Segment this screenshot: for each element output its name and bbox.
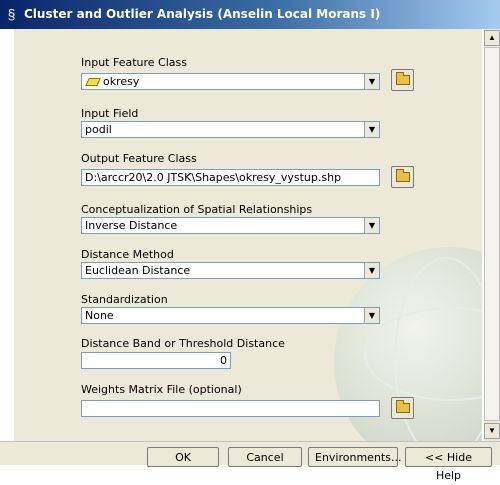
input-feature-class-dropdown[interactable]: okresy ▼ [81,73,380,90]
hide-help-button[interactable]: << Hide Help [405,447,492,482]
scroll-up-icon[interactable]: ▲ [484,30,500,46]
folder-open-icon [396,400,410,413]
title-bar[interactable]: § Cluster and Outlier Analysis (Anselin … [0,0,500,29]
distance-band-input[interactable]: 0 [81,352,231,369]
input-field-value: podil [85,123,112,136]
output-feature-class-label: Output Feature Class [81,152,197,165]
input-field-label: Input Field [81,107,139,120]
standardization-value: None [85,309,114,322]
ok-button[interactable]: OK [147,447,219,467]
scroll-down-icon[interactable]: ▼ [484,423,500,439]
chevron-down-icon[interactable]: ▼ [364,263,379,278]
tool-dialog: § Cluster and Outlier Analysis (Anselin … [0,0,500,482]
output-feature-class-input[interactable]: D:\arccr20\2.0 JTSK\Shapes\okresy_vystup… [81,169,380,186]
output-browse-button[interactable] [391,166,414,188]
input-field-dropdown[interactable]: podil ▼ [81,121,380,138]
chevron-down-icon[interactable]: ▼ [364,218,379,233]
parameters-panel: Input Feature Class okresy ▼ Input Field… [14,29,482,441]
chevron-down-icon[interactable]: ▼ [364,308,379,323]
distance-band-label: Distance Band or Threshold Distance [81,337,285,350]
cancel-button[interactable]: Cancel [228,447,302,467]
distance-method-value: Euclidean Distance [85,264,191,277]
weights-matrix-label: Weights Matrix File (optional) [81,383,242,396]
folder-open-icon [396,169,410,182]
chevron-down-icon[interactable]: ▼ [364,122,379,137]
output-feature-class-value: D:\arccr20\2.0 JTSK\Shapes\okresy_vystup… [85,171,342,184]
standardization-dropdown[interactable]: None ▼ [81,307,380,324]
vertical-scrollbar[interactable]: ▲ ▼ [484,29,500,441]
weights-browse-button[interactable] [391,397,414,419]
input-browse-button[interactable] [391,69,414,91]
conceptualization-dropdown[interactable]: Inverse Distance ▼ [81,217,380,234]
environments-button[interactable]: Environments... [308,447,401,467]
scrollbar-thumb[interactable] [484,47,500,421]
folder-open-icon [396,72,410,85]
distance-method-label: Distance Method [81,248,174,261]
conceptualization-value: Inverse Distance [85,219,178,232]
chevron-down-icon[interactable]: ▼ [364,74,379,89]
conceptualization-label: Conceptualization of Spatial Relationshi… [81,203,313,216]
weights-matrix-input[interactable] [81,400,380,417]
distance-band-value: 0 [220,354,227,367]
standardization-label: Standardization [81,293,168,306]
window-title: Cluster and Outlier Analysis (Anselin Lo… [24,7,381,21]
distance-method-dropdown[interactable]: Euclidean Distance ▼ [81,262,380,279]
input-feature-class-label: Input Feature Class [81,56,187,69]
button-bar: OK Cancel Environments... << Hide Help [0,441,500,482]
input-feature-class-value: okresy [103,75,140,88]
polygon-layer-icon [85,78,101,86]
script-tool-icon: § [7,6,16,22]
